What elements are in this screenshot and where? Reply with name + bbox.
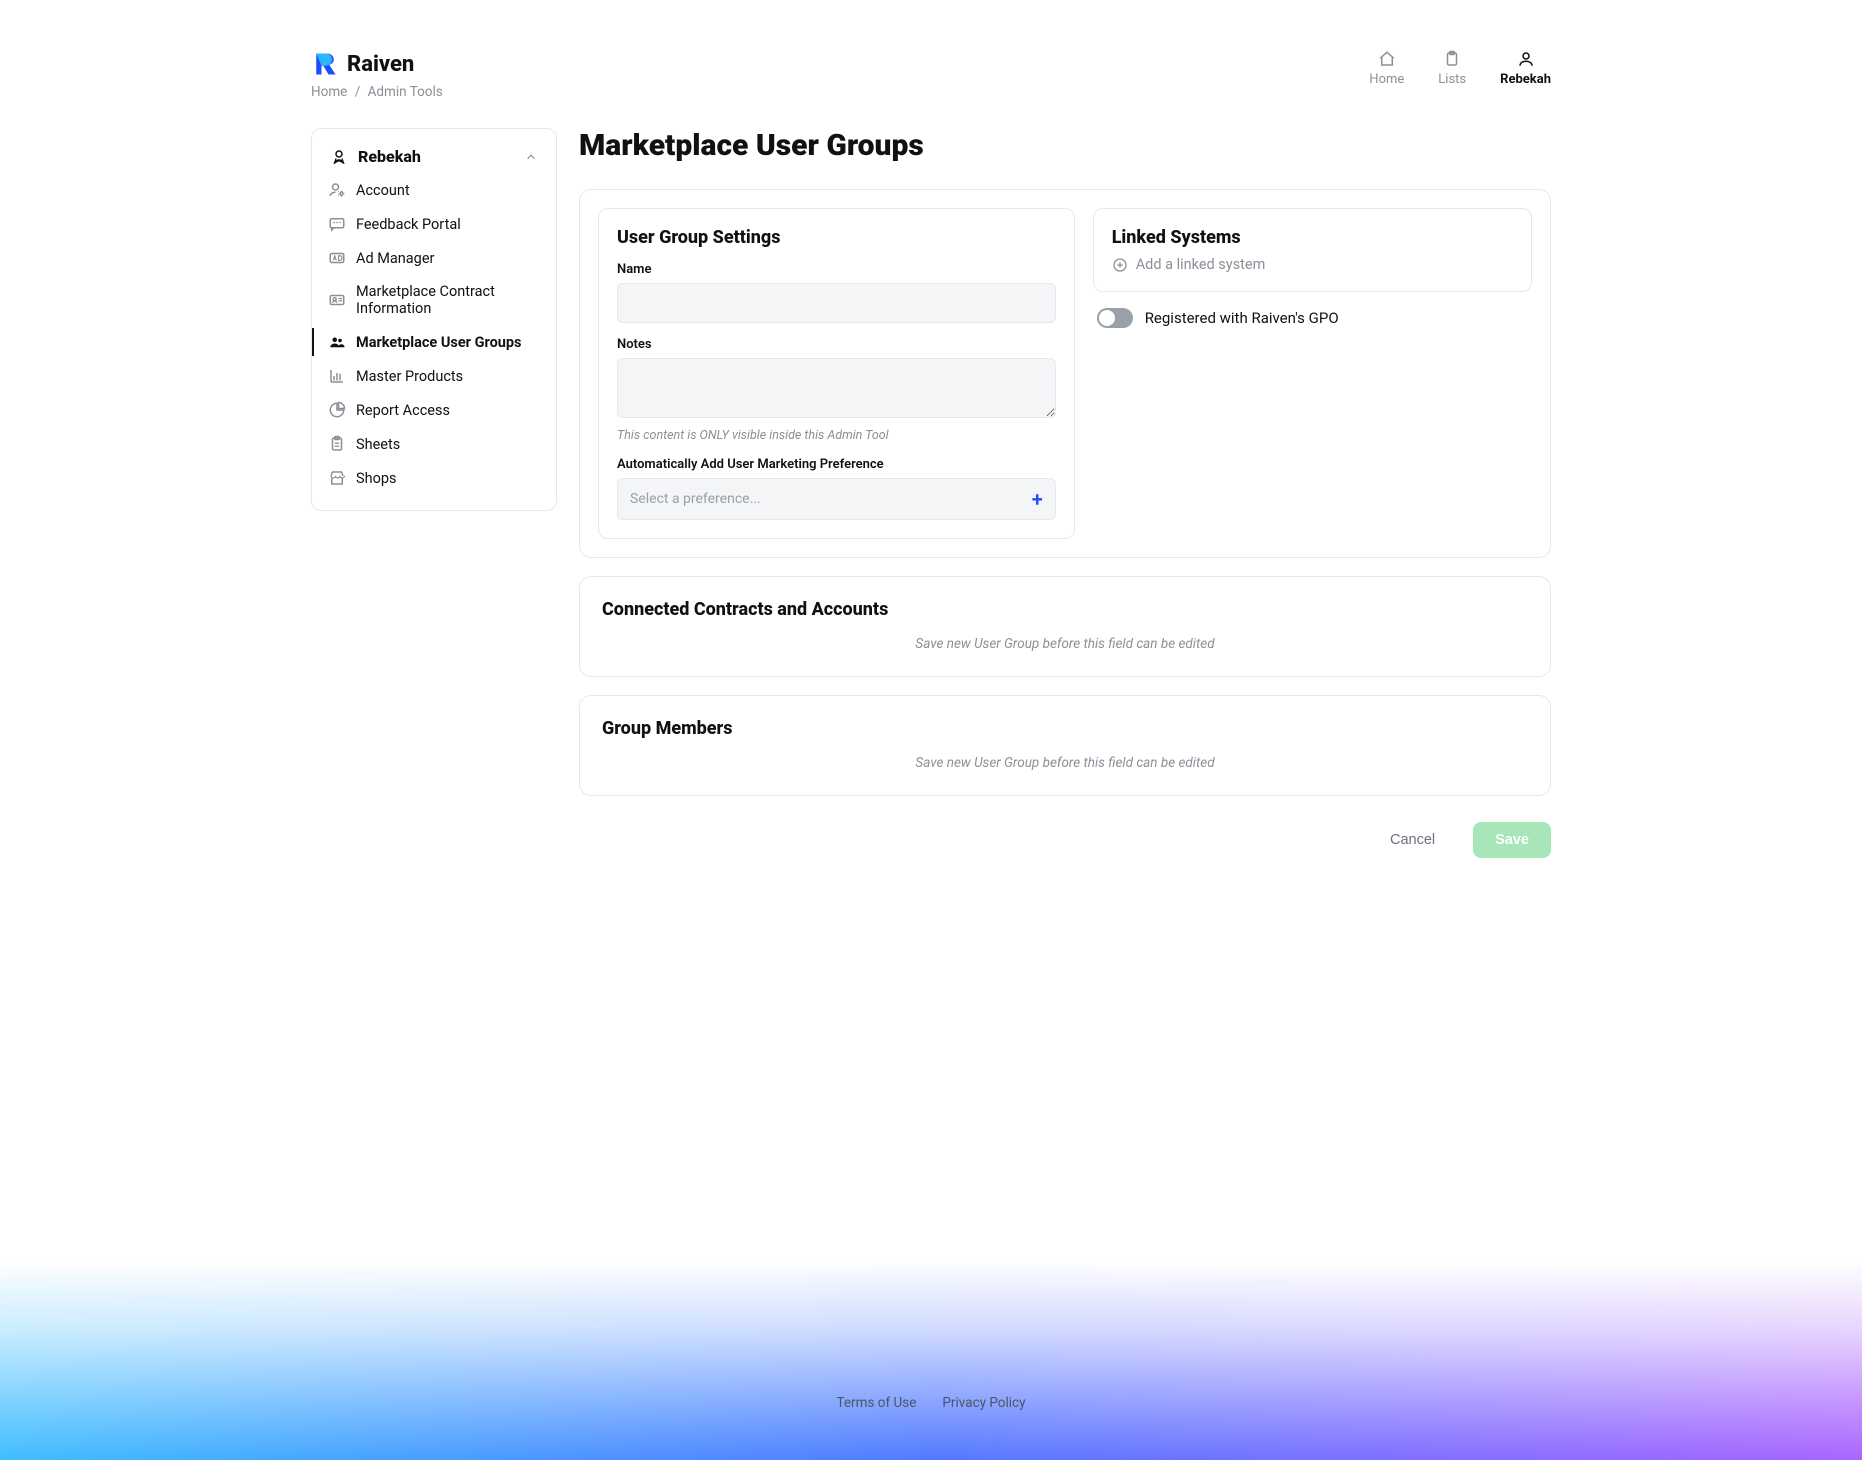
name-input[interactable] (617, 283, 1056, 323)
brand-name: Raiven (347, 52, 414, 77)
sidebar-item-contract-info[interactable]: Marketplace Contract Information (312, 278, 542, 322)
breadcrumb-home[interactable]: Home (311, 84, 347, 100)
sidebar-item-sheets[interactable]: Sheets (312, 430, 542, 458)
breadcrumb-separator: / (355, 84, 361, 100)
account-icon (328, 181, 346, 199)
plus-icon: + (1032, 489, 1043, 509)
members-heading: Group Members (602, 718, 1528, 739)
sidebar-item-user-groups[interactable]: Marketplace User Groups (312, 328, 542, 356)
members-placeholder: Save new User Group before this field ca… (602, 749, 1528, 773)
settings-card: User Group Settings Name Notes This cont… (579, 189, 1551, 558)
settings-heading: User Group Settings (617, 227, 1056, 248)
home-icon (1378, 50, 1396, 68)
nav-home-label: Home (1369, 72, 1404, 87)
preference-select[interactable]: Select a preference... + (617, 478, 1056, 520)
clipboard-icon (1443, 50, 1461, 68)
sidebar-item-label: Marketplace Contract Information (356, 283, 538, 317)
notes-input[interactable] (617, 358, 1056, 418)
user-icon (1517, 50, 1535, 68)
add-linked-label: Add a linked system (1136, 256, 1266, 273)
notes-helper: This content is ONLY visible inside this… (617, 428, 1056, 443)
chat-icon (328, 215, 346, 233)
members-card: Group Members Save new User Group before… (579, 695, 1551, 796)
name-label: Name (617, 262, 1056, 277)
sidebar-item-shops[interactable]: Shops (312, 464, 542, 492)
nav-home[interactable]: Home (1369, 50, 1404, 87)
clipboard-list-icon (328, 435, 346, 453)
notes-label: Notes (617, 337, 1056, 352)
sidebar-item-label: Account (356, 182, 410, 199)
sidebar-item-label: Feedback Portal (356, 216, 461, 233)
cancel-button[interactable]: Cancel (1368, 822, 1457, 858)
footer-links: Terms of Use Privacy Policy (0, 1395, 1862, 1411)
add-linked-system-button[interactable]: Add a linked system (1112, 256, 1513, 273)
footer-terms-link[interactable]: Terms of Use (836, 1395, 916, 1411)
gpo-toggle[interactable] (1097, 308, 1133, 328)
user-group-settings: User Group Settings Name Notes This cont… (598, 208, 1075, 539)
header-left: Raiven Home / Admin Tools (311, 50, 443, 100)
main: Marketplace User Groups User Group Setti… (579, 128, 1551, 858)
plus-circle-icon (1112, 257, 1128, 273)
sidebar-item-label: Sheets (356, 436, 400, 453)
sidebar-header[interactable]: Rebekah (326, 147, 542, 176)
sidebar-item-ad-manager[interactable]: Ad Manager (312, 244, 542, 272)
save-button[interactable]: Save (1473, 822, 1551, 858)
nav-lists-label: Lists (1438, 72, 1466, 87)
breadcrumb-current[interactable]: Admin Tools (368, 84, 443, 100)
id-card-icon (328, 291, 346, 309)
users-icon (328, 333, 346, 351)
header-nav: Home Lists Rebekah (1369, 50, 1551, 87)
brand[interactable]: Raiven (311, 50, 443, 78)
breadcrumbs: Home / Admin Tools (311, 84, 443, 100)
user-badge-icon (330, 148, 348, 166)
form-actions: Cancel Save (579, 822, 1551, 858)
preference-placeholder: Select a preference... (630, 491, 761, 507)
footer-privacy-link[interactable]: Privacy Policy (942, 1395, 1025, 1411)
sidebar-item-master-products[interactable]: Master Products (312, 362, 542, 390)
pie-chart-icon (328, 401, 346, 419)
preference-label: Automatically Add User Marketing Prefere… (617, 457, 1056, 472)
linked-systems: Linked Systems Add a linked system (1093, 208, 1532, 292)
sidebar-item-feedback[interactable]: Feedback Portal (312, 210, 542, 238)
brand-logo-icon (311, 50, 339, 78)
nav-user[interactable]: Rebekah (1500, 50, 1551, 87)
sidebar-item-label: Shops (356, 470, 397, 487)
page-title: Marketplace User Groups (579, 128, 1551, 163)
sidebar-item-label: Report Access (356, 402, 450, 419)
footer-gradient (0, 1260, 1862, 1460)
sidebar-item-label: Ad Manager (356, 250, 434, 267)
chevron-up-icon (524, 150, 538, 164)
contracts-card: Connected Contracts and Accounts Save ne… (579, 576, 1551, 677)
contracts-placeholder: Save new User Group before this field ca… (602, 630, 1528, 654)
sidebar-item-label: Master Products (356, 368, 463, 385)
contracts-heading: Connected Contracts and Accounts (602, 599, 1528, 620)
bar-chart-icon (328, 367, 346, 385)
shop-icon (328, 469, 346, 487)
nav-user-label: Rebekah (1500, 72, 1551, 87)
header: Raiven Home / Admin Tools Home Lists (311, 50, 1551, 100)
sidebar-item-account[interactable]: Account (312, 176, 542, 204)
ad-icon (328, 249, 346, 267)
sidebar-item-report-access[interactable]: Report Access (312, 396, 542, 424)
gpo-toggle-row: Registered with Raiven's GPO (1093, 308, 1532, 328)
gpo-label: Registered with Raiven's GPO (1145, 309, 1339, 327)
nav-lists[interactable]: Lists (1438, 50, 1466, 87)
sidebar: Rebekah Account Feedback Portal (311, 128, 557, 511)
linked-heading: Linked Systems (1112, 227, 1513, 248)
sidebar-item-label: Marketplace User Groups (356, 334, 521, 351)
sidebar-title: Rebekah (358, 147, 421, 166)
